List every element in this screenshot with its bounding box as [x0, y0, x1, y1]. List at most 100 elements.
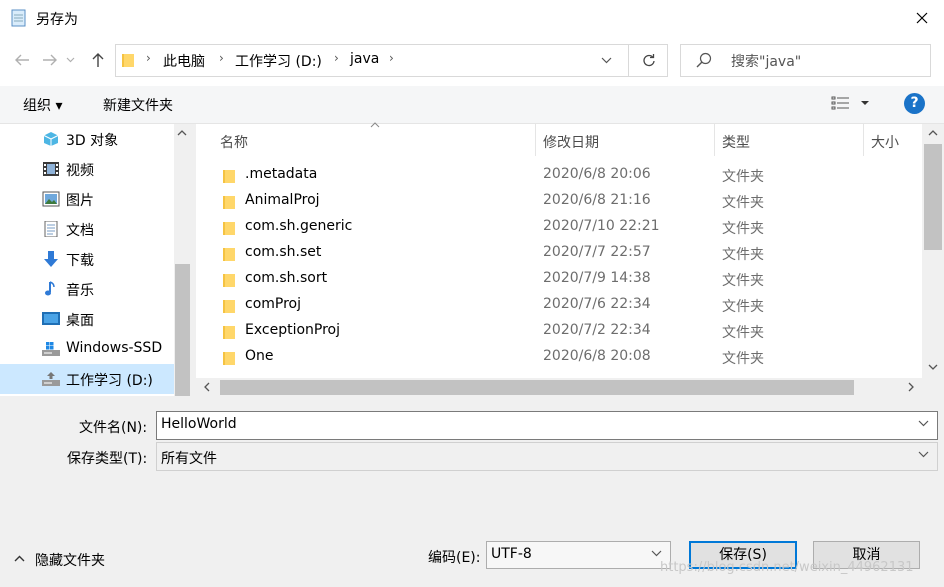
file-name: com.sh.generic	[245, 218, 353, 234]
arrow-right-icon	[43, 54, 57, 66]
3d-objects-icon	[43, 132, 59, 146]
nav-item-windows-ssd[interactable]: Windows-SSD	[0, 334, 174, 364]
file-row[interactable]: comProj 2020/7/6 22:34 文件夹	[196, 293, 922, 319]
column-header-size[interactable]: 大小	[871, 132, 899, 152]
column-header-date[interactable]: 修改日期	[543, 132, 599, 152]
nav-item-pictures[interactable]: 图片	[0, 184, 174, 214]
scroll-up-icon[interactable]	[177, 130, 187, 136]
column-divider[interactable]	[714, 124, 715, 156]
file-type: 文件夹	[722, 325, 764, 341]
file-row[interactable]: One 2020/6/8 20:08 文件夹	[196, 345, 922, 371]
nav-scrollbar-thumb[interactable]	[175, 264, 190, 396]
refresh-icon	[642, 53, 655, 66]
nav-item-drive-d[interactable]: 工作学习 (D:)	[0, 364, 174, 394]
breadcrumb-separator: ›	[146, 51, 151, 65]
recent-locations-button[interactable]	[62, 48, 78, 72]
filename-field[interactable]: HelloWorld	[156, 411, 938, 440]
nav-item-documents[interactable]: 文档	[0, 214, 174, 244]
file-row[interactable]: com.sh.generic 2020/7/10 22:21 文件夹	[196, 215, 922, 241]
file-name: ExceptionProj	[245, 322, 340, 338]
column-header-type[interactable]: 类型	[722, 132, 750, 152]
file-date: 2020/6/8 21:16	[543, 192, 651, 208]
horizontal-scrollbar-thumb[interactable]	[220, 380, 854, 395]
folder-icon	[121, 52, 135, 68]
vertical-scrollbar-thumb[interactable]	[924, 144, 942, 250]
file-row[interactable]: ExceptionProj 2020/7/2 22:34 文件夹	[196, 319, 922, 345]
arrow-left-icon	[15, 54, 29, 66]
file-date: 2020/7/10 22:21	[543, 218, 660, 234]
scroll-down-icon[interactable]	[928, 364, 938, 370]
arrow-up-icon	[92, 53, 104, 67]
file-name: .metadata	[245, 166, 318, 182]
hide-folders-button[interactable]: 隐藏文件夹	[35, 550, 105, 570]
forward-button[interactable]	[38, 48, 62, 72]
file-type: 文件夹	[722, 273, 764, 289]
file-date: 2020/7/2 22:34	[543, 322, 651, 338]
nav-item-music[interactable]: 音乐	[0, 274, 174, 304]
documents-icon	[44, 221, 58, 237]
filename-value: HelloWorld	[161, 416, 237, 432]
file-type: 文件夹	[722, 221, 764, 237]
chevron-down-icon	[66, 57, 74, 63]
new-folder-button[interactable]: 新建文件夹	[103, 95, 173, 115]
drive-icon	[42, 372, 60, 386]
search-input[interactable]	[680, 44, 931, 77]
chevron-down-icon	[601, 57, 612, 64]
pictures-icon	[42, 191, 60, 207]
navigation-pane: 3D 对象 视频 图片 文档 下载 音乐 桌面 Windows-SSD 工作学习…	[0, 124, 191, 396]
file-name: com.sh.sort	[245, 270, 328, 286]
watermark: https://blog.csdn.net/weixin_44962131	[660, 560, 914, 575]
filename-label: 文件名(N):	[79, 420, 148, 436]
up-button[interactable]	[86, 48, 110, 72]
scroll-up-icon[interactable]	[928, 130, 938, 136]
encoding-value: UTF-8	[491, 546, 532, 562]
file-type: 文件夹	[722, 195, 764, 211]
folder-icon	[223, 248, 235, 261]
file-type: 文件夹	[722, 169, 764, 185]
view-options-button[interactable]	[831, 94, 871, 112]
back-button[interactable]	[10, 48, 34, 72]
notepad-icon	[10, 8, 28, 28]
help-button[interactable]: ?	[904, 93, 925, 114]
address-dropdown-button[interactable]	[601, 57, 612, 64]
chevron-down-icon	[651, 550, 662, 557]
file-name: comProj	[245, 296, 301, 312]
close-button[interactable]	[900, 0, 944, 36]
file-row[interactable]: com.sh.set 2020/7/7 22:57 文件夹	[196, 241, 922, 267]
file-row[interactable]: com.sh.sort 2020/7/9 14:38 文件夹	[196, 267, 922, 293]
column-header-name[interactable]: 名称	[220, 132, 248, 152]
window-title: 另存为	[36, 12, 78, 28]
nav-item-desktop[interactable]: 桌面	[0, 304, 174, 334]
folder-icon	[223, 326, 235, 339]
scroll-right-icon[interactable]	[908, 382, 914, 392]
folder-icon	[223, 170, 235, 183]
organize-button[interactable]: 组织 ▾	[23, 95, 62, 115]
nav-item-3d-objects[interactable]: 3D 对象	[0, 124, 174, 154]
breadcrumb-separator: ›	[389, 51, 394, 65]
folder-icon	[223, 300, 235, 313]
filetype-select[interactable]: 所有文件	[156, 442, 938, 471]
breadcrumb-drive-d[interactable]: 工作学习 (D:)	[235, 51, 322, 71]
column-divider[interactable]	[535, 124, 536, 156]
download-icon	[44, 251, 58, 267]
file-type: 文件夹	[722, 351, 764, 367]
refresh-button[interactable]	[628, 44, 668, 77]
file-row[interactable]: AnimalProj 2020/6/8 21:16 文件夹	[196, 189, 922, 215]
nav-item-downloads[interactable]: 下载	[0, 244, 174, 274]
file-date: 2020/6/8 20:06	[543, 166, 651, 182]
file-name: One	[245, 348, 274, 364]
column-divider[interactable]	[863, 124, 864, 156]
scroll-left-icon[interactable]	[204, 382, 210, 392]
breadcrumb-separator: ›	[334, 51, 339, 65]
file-row[interactable]: .metadata 2020/6/8 20:06 文件夹	[196, 163, 922, 189]
breadcrumb-java[interactable]: java	[350, 51, 379, 67]
folder-icon	[223, 196, 235, 209]
windows-drive-icon	[42, 342, 60, 356]
file-date: 2020/7/6 22:34	[543, 296, 651, 312]
nav-item-video[interactable]: 视频	[0, 154, 174, 184]
chevron-up-icon[interactable]	[14, 555, 25, 562]
breadcrumb-separator: ›	[219, 51, 224, 65]
search-icon	[696, 52, 712, 68]
encoding-select[interactable]: UTF-8	[486, 541, 671, 569]
breadcrumb-this-pc[interactable]: 此电脑	[163, 51, 205, 71]
